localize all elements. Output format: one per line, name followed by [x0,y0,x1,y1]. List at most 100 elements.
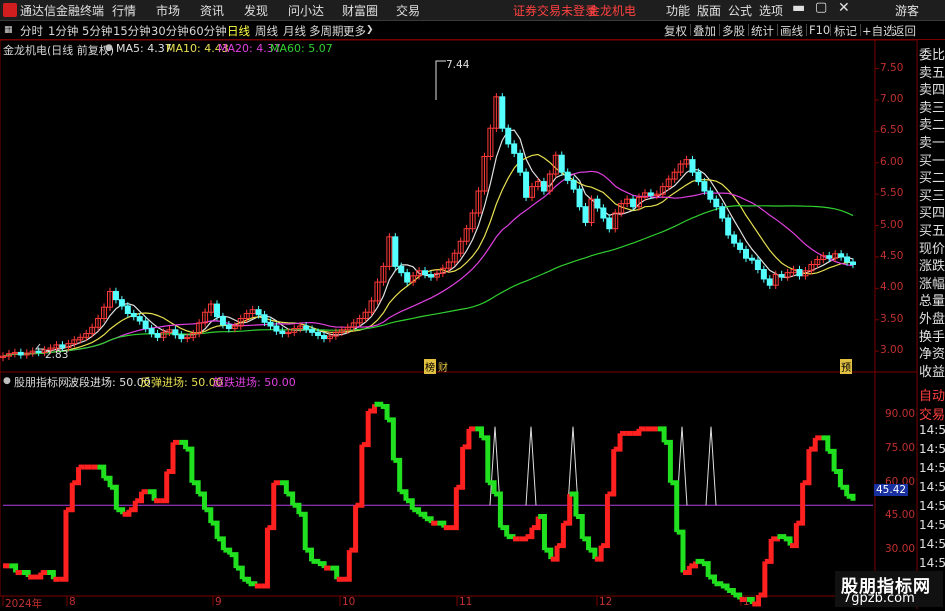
price-tick: 7.50 [880,61,904,74]
quote-field-label: 卖四 [919,83,945,99]
indicator-segment [827,448,837,472]
price-tick: 7.00 [880,92,904,105]
candle-body [838,253,845,258]
candle-body [743,248,750,259]
event-mark-forecast[interactable]: 预 [840,359,852,374]
price-tick: 3.50 [880,312,904,325]
candle-body [844,256,851,263]
indicator-segment [701,561,711,578]
indicator-segment [261,527,270,589]
indicator-segment [450,487,459,531]
indicator-segment [846,493,856,501]
indicator-segment [720,583,730,591]
indicator-segment [601,494,610,549]
indicator-segment [456,446,466,490]
candle-body [315,331,322,336]
indicator-segment [110,484,119,510]
auto-trade-label[interactable]: 交易 [919,404,945,423]
candle-body [427,274,434,278]
candle-body [499,96,506,129]
indicator-tick: 30.00 [885,543,916,556]
indicator-segment [343,550,352,582]
candle-body [725,217,732,236]
indicator-segment [796,482,806,526]
auto-trade-label[interactable]: 自动 [919,385,945,404]
indicator-rebound-entry: 反弹进场: 50.00 [140,376,223,389]
candle-body [731,234,738,244]
candle-body [564,171,571,181]
quote-field-label: 卖三 [919,100,945,116]
quote-field-label: 总量 [919,294,945,310]
quote-field-label: 卖五 [919,65,945,81]
indicator-segment [727,588,736,595]
indicator-segment [103,475,113,488]
candle-body [303,325,310,330]
indicator-settings-icon[interactable]: ● [3,376,11,386]
candle-body [505,127,512,145]
candle-body [826,255,833,259]
indicator-segment [387,417,396,461]
candle-body [118,299,125,307]
indicator-segment [305,547,315,562]
indicator-segment [802,449,812,486]
candle-body [142,320,149,330]
date-tick: 10 [342,596,356,608]
event-mark-finance[interactable]: 财 [438,359,448,374]
indicator-segment [9,563,19,573]
high-marker [435,60,446,100]
indicator-segment [355,444,365,508]
indicator-segment [248,581,258,587]
price-tick: 5.50 [880,187,904,200]
candle-body [279,330,286,335]
date-tick: 12 [599,596,613,608]
trade-time: 14:56 [919,461,945,475]
indicator-segment [563,494,573,526]
candle-body [778,274,785,278]
quote-field-label: 买三 [919,188,945,204]
ma5-line [2,129,854,357]
indicator-segment [575,513,585,539]
indicator-segment [764,538,774,564]
candle-body [760,269,767,280]
indicator-segment [462,428,472,450]
indicator-wave-entry: 波段进场: 50.00 [68,376,151,389]
trade-time: 14:56 [919,556,945,570]
candle-body [558,154,565,173]
date-tick: 1 [743,596,750,608]
candle-body [576,188,583,208]
indicator-segment [777,534,787,540]
indicator-segment [97,464,107,479]
quote-field-label: 委比 [919,48,945,63]
candle-body [59,344,66,348]
indicator-segment [242,576,252,584]
indicator-segment [840,484,850,497]
candle-body [404,272,411,283]
indicator-segment [506,534,516,540]
indicator-segment [235,565,245,580]
quote-field-label: 卖一 [919,136,945,151]
indicator-segment [185,446,195,483]
indicator-segment [783,536,793,546]
date-tick: 8 [69,596,76,608]
quote-field-label: 外盘 [919,312,945,327]
trade-time: 14:56 [919,499,945,513]
indicator-segment [191,480,201,494]
indicator-segment [544,547,554,560]
candle-body [225,324,232,330]
indicator-panel-border [0,371,918,597]
indicator-segment [217,536,226,551]
indicator-segment [21,570,31,578]
indicator-segment [632,428,642,436]
indicator-segment [47,570,56,580]
indicator-segment [229,552,239,569]
indicator-oversold-entry: 超跌进场: 50.00 [213,376,296,389]
watermark-url: 7gpzb.com [843,591,915,606]
candle-body [707,190,714,200]
candle-body [850,261,856,265]
candle-body [261,314,268,323]
indicator-tick: 75.00 [885,442,916,455]
indicator-segment [204,507,214,524]
watermark-logo: 股朋指标网 7gpzb.com [835,571,943,607]
candle-body [255,309,262,316]
event-mark-rank[interactable]: 榜 [424,359,436,374]
